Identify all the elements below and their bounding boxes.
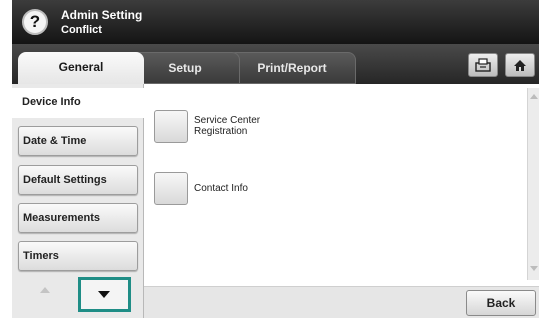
left-menu: Device Info Date & Time Default Settings… (12, 84, 145, 318)
service-center-registration-button[interactable] (154, 110, 188, 143)
menu-date-time[interactable]: Date & Time (18, 126, 138, 156)
header-subtitle: Conflict (61, 24, 102, 36)
scroll-up-icon[interactable] (530, 94, 538, 99)
help-icon[interactable]: ? (22, 9, 48, 35)
content-panel: Service Center Registration Contact Info (144, 84, 539, 286)
admin-setting-screen: ? Admin Setting Conflict Print/Report Se… (12, 0, 539, 318)
home-button[interactable] (505, 53, 535, 77)
scroll-down-icon[interactable] (530, 266, 538, 271)
menu-measurements[interactable]: Measurements (18, 203, 138, 233)
tab-print-report[interactable]: Print/Report (228, 52, 356, 84)
service-center-registration-label: Service Center Registration (194, 115, 261, 137)
home-icon (514, 60, 526, 71)
contact-info-label: Contact Info (194, 183, 248, 194)
menu-scroll-up-icon[interactable] (40, 287, 50, 293)
menu-device-info[interactable]: Device Info (12, 88, 145, 118)
content-scrollbar[interactable] (527, 88, 539, 280)
tab-setup[interactable]: Setup (130, 52, 240, 84)
job-status-icon (475, 58, 491, 72)
chevron-down-icon (98, 291, 110, 298)
header-title: Admin Setting (61, 8, 143, 22)
tab-strip: Print/Report Setup General (12, 44, 539, 84)
menu-scroll-down-button[interactable] (78, 277, 131, 312)
menu-default-settings[interactable]: Default Settings (18, 165, 138, 195)
header-bar: ? Admin Setting Conflict (12, 0, 539, 44)
job-status-button[interactable] (468, 53, 498, 77)
menu-timers[interactable]: Timers (18, 241, 138, 271)
tab-general[interactable]: General (18, 52, 144, 84)
contact-info-button[interactable] (154, 172, 188, 205)
back-button[interactable]: Back (466, 290, 536, 316)
